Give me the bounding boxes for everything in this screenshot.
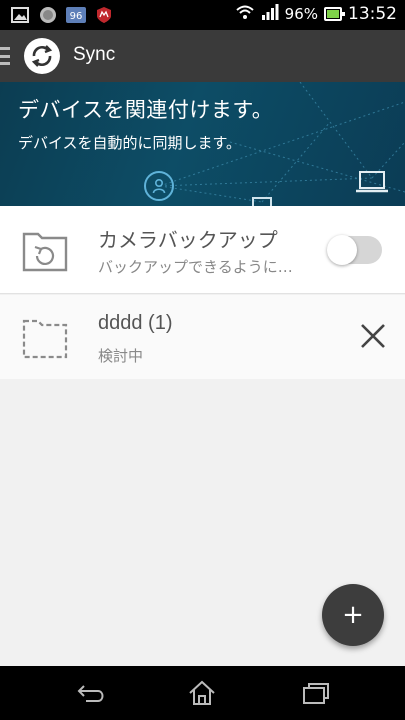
- folder-row[interactable]: dddd (1) 検討中: [0, 295, 405, 379]
- menu-icon[interactable]: [0, 47, 10, 65]
- camera-backup-toggle[interactable]: [327, 235, 382, 265]
- banner-title: デバイスを関連付けます。: [18, 98, 274, 122]
- recent-apps-icon: [303, 683, 329, 704]
- app-bar: Sync: [0, 30, 405, 82]
- data-usage-icon: 96: [66, 5, 86, 25]
- close-icon: [361, 324, 385, 348]
- camera-backup-folder-icon: [22, 228, 68, 276]
- navigation-bar: [0, 666, 405, 720]
- device-icon: [252, 197, 272, 206]
- user-icon: [144, 171, 174, 201]
- clock: 13:52: [348, 4, 397, 24]
- camera-backup-subtitle: バックアップできるように…: [98, 258, 293, 276]
- device-link-banner[interactable]: デバイスを関連付けます。 デバイスを自動的に同期します。: [0, 82, 405, 206]
- toggle-knob: [327, 235, 357, 265]
- status-bar: 96 96% 13:52: [0, 0, 405, 30]
- image-icon: [10, 5, 30, 25]
- notification-icons: 96: [10, 5, 114, 25]
- sync-list: カメラバックアップ バックアップできるように… dddd (1) 検討中 +: [0, 206, 405, 666]
- mcafee-icon: [94, 5, 114, 25]
- data-usage-label: 96: [70, 11, 83, 22]
- remove-folder-button[interactable]: [356, 319, 390, 353]
- pending-folder-icon: [22, 315, 68, 363]
- camera-backup-row[interactable]: カメラバックアップ バックアップできるように…: [0, 206, 405, 294]
- signal-icon: [261, 4, 279, 24]
- home-icon: [189, 680, 215, 705]
- sync-logo-icon[interactable]: [24, 38, 60, 74]
- back-icon: [77, 685, 104, 702]
- camera-backup-title: カメラバックアップ: [98, 228, 278, 252]
- banner-subtitle: デバイスを自動的に同期します。: [18, 134, 242, 152]
- back-button[interactable]: [74, 679, 108, 707]
- battery-fill: [327, 10, 339, 18]
- home-button[interactable]: [185, 679, 219, 707]
- globe-icon: [38, 5, 58, 25]
- folder-status: 検討中: [98, 347, 144, 365]
- recent-apps-button[interactable]: [299, 679, 333, 707]
- battery-percent: 96%: [284, 5, 318, 23]
- wifi-icon: [235, 4, 255, 24]
- app-title: Sync: [73, 44, 116, 65]
- laptop-icon: [355, 170, 389, 198]
- folder-title: dddd (1): [98, 312, 173, 334]
- add-folder-button[interactable]: +: [322, 584, 384, 646]
- battery-icon: [324, 7, 345, 21]
